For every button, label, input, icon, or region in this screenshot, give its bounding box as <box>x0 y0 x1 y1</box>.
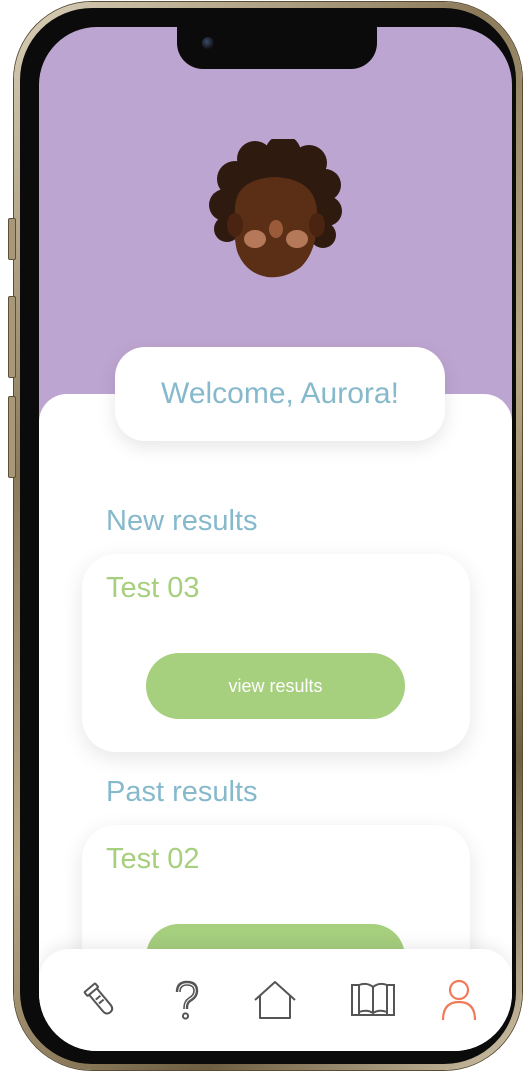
tab-home[interactable] <box>250 975 300 1025</box>
book-icon <box>351 982 395 1016</box>
test-tube-icon <box>83 982 114 1015</box>
left-ear <box>227 213 243 237</box>
new-results-title: New results <box>106 505 258 537</box>
welcome-text: Welcome, Aurora! <box>161 377 399 410</box>
tab-help[interactable] <box>162 975 212 1025</box>
past-results-title: Past results <box>106 776 258 808</box>
tab-library[interactable] <box>348 975 398 1025</box>
app-screen: Welcome, Aurora! New results Test 03 vie… <box>39 27 512 1051</box>
volume-down-button <box>8 396 16 478</box>
help-icon <box>175 980 199 1020</box>
volume-up-button <box>8 296 16 378</box>
test-name: Test 02 <box>106 843 200 875</box>
tab-profile[interactable] <box>434 975 484 1025</box>
welcome-banner: Welcome, Aurora! <box>115 347 445 441</box>
profile-icon <box>441 979 477 1021</box>
bottom-tab-bar <box>39 949 512 1051</box>
test-name: Test 03 <box>106 572 200 604</box>
new-result-card[interactable]: Test 03 view results <box>82 554 470 752</box>
avatar[interactable] <box>205 139 345 284</box>
tab-tests[interactable] <box>75 975 125 1025</box>
home-icon <box>254 981 296 1019</box>
right-ear <box>309 213 325 237</box>
front-camera <box>202 37 214 49</box>
nose <box>269 220 283 238</box>
left-cheek <box>244 230 266 248</box>
mute-switch <box>8 218 16 260</box>
view-results-button[interactable]: view results <box>146 653 405 719</box>
right-cheek <box>286 230 308 248</box>
